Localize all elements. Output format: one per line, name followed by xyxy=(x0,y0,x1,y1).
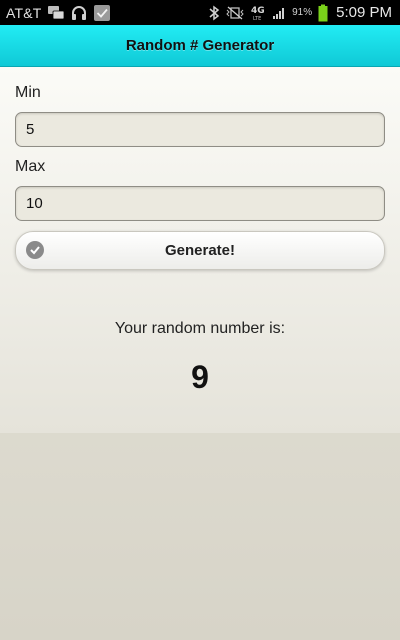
4g-lte-icon: 4G LTE xyxy=(250,4,266,22)
svg-text:4G: 4G xyxy=(251,6,265,16)
max-input[interactable] xyxy=(15,186,385,221)
min-label: Min xyxy=(15,84,41,101)
battery-icon xyxy=(318,4,328,22)
signal-icon xyxy=(272,6,286,20)
carrier-name: AT&T xyxy=(6,4,42,21)
status-bar-left: AT&T xyxy=(6,0,111,25)
app-header: Random # Generator xyxy=(0,25,400,67)
status-clock: 5:09 PM xyxy=(336,4,392,21)
no-vibrate-icon xyxy=(226,6,244,20)
generate-button[interactable]: Generate! xyxy=(15,231,385,270)
status-bar: AT&T 4G LTE 91% 5:09 PM xyxy=(0,0,400,25)
checkbox-icon xyxy=(93,4,111,22)
messages-icon xyxy=(47,5,65,21)
page-title: Random # Generator xyxy=(125,37,275,54)
main-content: Min Max Generate! Your random number is:… xyxy=(0,67,400,433)
min-input[interactable] xyxy=(15,112,385,147)
check-icon xyxy=(26,241,44,259)
max-label: Max xyxy=(15,158,46,175)
battery-percent: 91% xyxy=(292,7,313,18)
status-bar-right: 4G LTE 91% 5:09 PM xyxy=(208,0,392,25)
result-label: Your random number is: xyxy=(114,320,286,337)
result-value: 9 xyxy=(191,359,209,395)
generate-button-label: Generate! xyxy=(164,242,236,259)
headphones-icon xyxy=(70,4,88,22)
svg-text:LTE: LTE xyxy=(253,16,261,22)
bluetooth-icon xyxy=(208,5,220,21)
